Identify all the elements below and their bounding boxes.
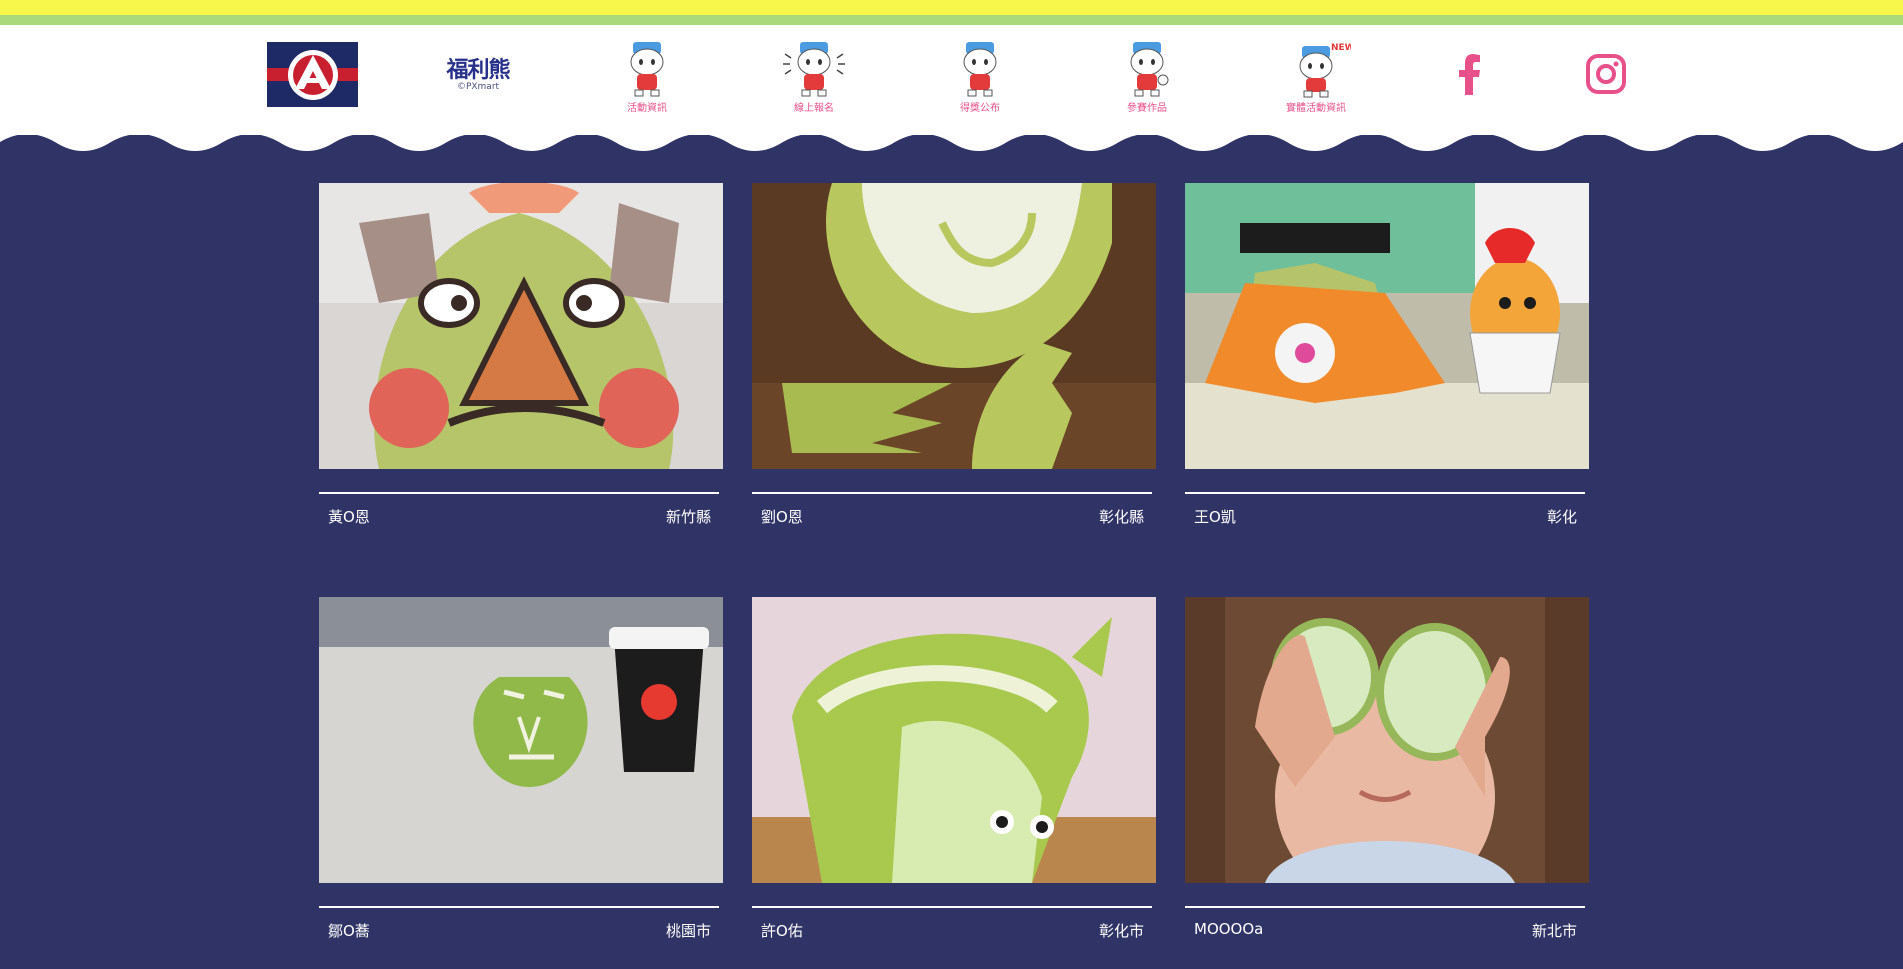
caption-rule (752, 906, 1152, 908)
entrant-region: 彰化市 (1098, 922, 1144, 940)
pxmart-logo-icon (287, 49, 338, 100)
entry-card[interactable]: 鄒O蕎 桃園市 (319, 597, 723, 947)
mascot-icon (963, 42, 997, 97)
entrant-name: MOOOOa (1194, 920, 1264, 938)
nav-label: 實體活動資訊 (1286, 103, 1346, 114)
entrant-region: 新竹縣 (665, 508, 711, 526)
pomelo-coffee-photo[interactable] (319, 597, 723, 883)
top-stripe-yellow (0, 0, 1903, 15)
pomelo-face-photo[interactable] (319, 183, 723, 469)
nav-label: 線上報名 (794, 103, 834, 114)
facebook-link[interactable] (1447, 52, 1491, 96)
child-pomelo-eyes-photo[interactable] (1185, 597, 1589, 883)
new-badge: NEW (1331, 43, 1351, 53)
pomelo-dragon-photo[interactable] (752, 597, 1156, 883)
pomelo-carving-photo[interactable] (752, 183, 1156, 469)
entrant-name: 王O凱 (1194, 508, 1236, 526)
entrant-region: 彰化 (1546, 508, 1577, 526)
instagram-link[interactable] (1584, 52, 1628, 96)
entry-card[interactable]: 劉O恩 彰化縣 (752, 183, 1156, 533)
entrant-region: 桃園市 (665, 922, 711, 940)
bear-logo-name: 福利熊 (446, 58, 510, 83)
entry-card[interactable]: 黃O恩 新竹縣 (319, 183, 723, 533)
entrant-name: 鄒O蕎 (328, 922, 370, 940)
caption-rule (319, 492, 719, 494)
instagram-icon (1586, 54, 1626, 94)
mascot-icon (630, 42, 664, 97)
entrant-region: 新北市 (1531, 922, 1577, 940)
pomelo-crafts-photo[interactable] (1185, 183, 1589, 469)
nav-offline-events[interactable]: NEW 實體活動資訊 (1276, 40, 1356, 120)
nav-label: 得獎公布 (960, 103, 1000, 114)
caption-rule (1185, 906, 1585, 908)
entrant-name: 黃O恩 (328, 508, 370, 526)
nav-entries[interactable]: 參賽作品 (1112, 40, 1182, 120)
bear-logo-sub: ©PXmart (456, 82, 500, 92)
nav-label: 活動資訊 (627, 103, 667, 114)
pxmart-logo[interactable] (267, 42, 358, 107)
mascot-waving-icon (783, 42, 845, 97)
caption-rule (1185, 492, 1585, 494)
caption-rule (752, 492, 1152, 494)
mascot-new-icon: NEW (1299, 43, 1351, 98)
entrant-region: 彰化縣 (1098, 508, 1144, 526)
mascot-thumbs-up-icon (1130, 42, 1169, 97)
facebook-icon (1459, 54, 1480, 95)
nav-activity-info[interactable]: 活動資訊 (612, 40, 682, 120)
entry-card[interactable]: 王O凱 彰化 (1185, 183, 1589, 533)
top-stripe-green (0, 15, 1903, 25)
entry-card[interactable]: 許O佑 彰化市 (752, 597, 1156, 947)
entrant-name: 劉O恩 (761, 508, 803, 526)
caption-rule (319, 906, 719, 908)
nav-online-signup[interactable]: 線上報名 (779, 40, 849, 120)
nav-label: 參賽作品 (1127, 103, 1167, 114)
entrant-name: 許O佑 (761, 922, 803, 940)
wave-divider (0, 130, 1903, 151)
nav-winners[interactable]: 得獎公布 (945, 40, 1015, 120)
fulixiong-logo[interactable]: 福利熊 ©PXmart (436, 52, 520, 102)
entry-card[interactable]: MOOOOa 新北市 (1185, 597, 1589, 947)
